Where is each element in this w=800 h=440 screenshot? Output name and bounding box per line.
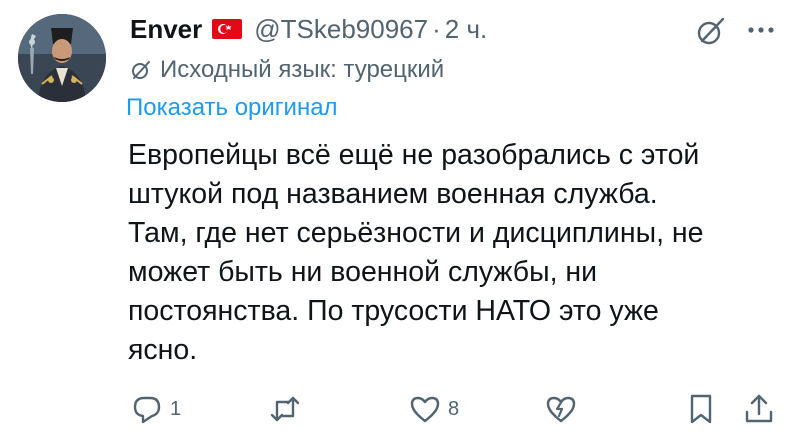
author-name[interactable]: Enver — [130, 14, 202, 45]
separator-dot: · — [432, 13, 441, 44]
grok-translate-icon — [132, 61, 150, 79]
retweet-button[interactable] — [268, 392, 308, 426]
more-options-icon[interactable] — [746, 18, 776, 42]
timestamp[interactable]: 2 ч. — [445, 14, 487, 45]
share-button[interactable] — [742, 392, 776, 426]
bookmark-icon — [690, 394, 712, 424]
tip-heart-bolt-icon — [546, 396, 576, 423]
tweet[interactable]: Enver @TSkeb90967 · 2 ч. Исходный язык: … — [0, 0, 800, 440]
reply-icon — [133, 396, 161, 424]
tweet-text-line: Европейцы всё ещё не разобрались с этой — [128, 139, 700, 171]
share-icon — [745, 394, 773, 423]
heart-icon — [410, 396, 440, 423]
tip-button[interactable] — [544, 392, 578, 426]
show-original-link[interactable]: Показать оригинал — [126, 94, 338, 122]
reply-button[interactable]: 1 — [130, 392, 181, 426]
tweet-text-line: постоянства. По трусости НАТО это уже — [128, 295, 659, 327]
grok-icon[interactable] — [694, 14, 728, 48]
avatar[interactable] — [18, 14, 106, 102]
like-button[interactable]: 8 — [408, 392, 459, 426]
author-handle[interactable]: @TSkeb90967 — [254, 14, 428, 45]
tweet-text: Европейцы всё ещё не разобрались с этой … — [128, 136, 788, 370]
bookmark-button[interactable] — [684, 392, 718, 426]
tweet-text-line: ясно. — [128, 334, 198, 366]
translation-notice: Исходный язык: турецкий — [130, 56, 444, 84]
reply-count: 1 — [170, 397, 182, 420]
translation-label: Исходный язык: турецкий — [160, 56, 445, 83]
turkey-flag-icon — [212, 19, 243, 39]
tweet-text-line: может быть ни военной службы, ни — [128, 256, 598, 288]
tweet-text-line: штукой под названием военная служба. — [128, 178, 658, 210]
action-bar: 1 8 — [0, 384, 800, 434]
retweet-icon — [270, 396, 300, 422]
tweet-header: Enver @TSkeb90967 · 2 ч. — [130, 12, 487, 46]
tweet-text-line: Там, где нет серьёзности и дисциплины, н… — [128, 217, 704, 249]
like-count: 8 — [448, 397, 460, 420]
avatar-portrait-image — [18, 14, 106, 102]
